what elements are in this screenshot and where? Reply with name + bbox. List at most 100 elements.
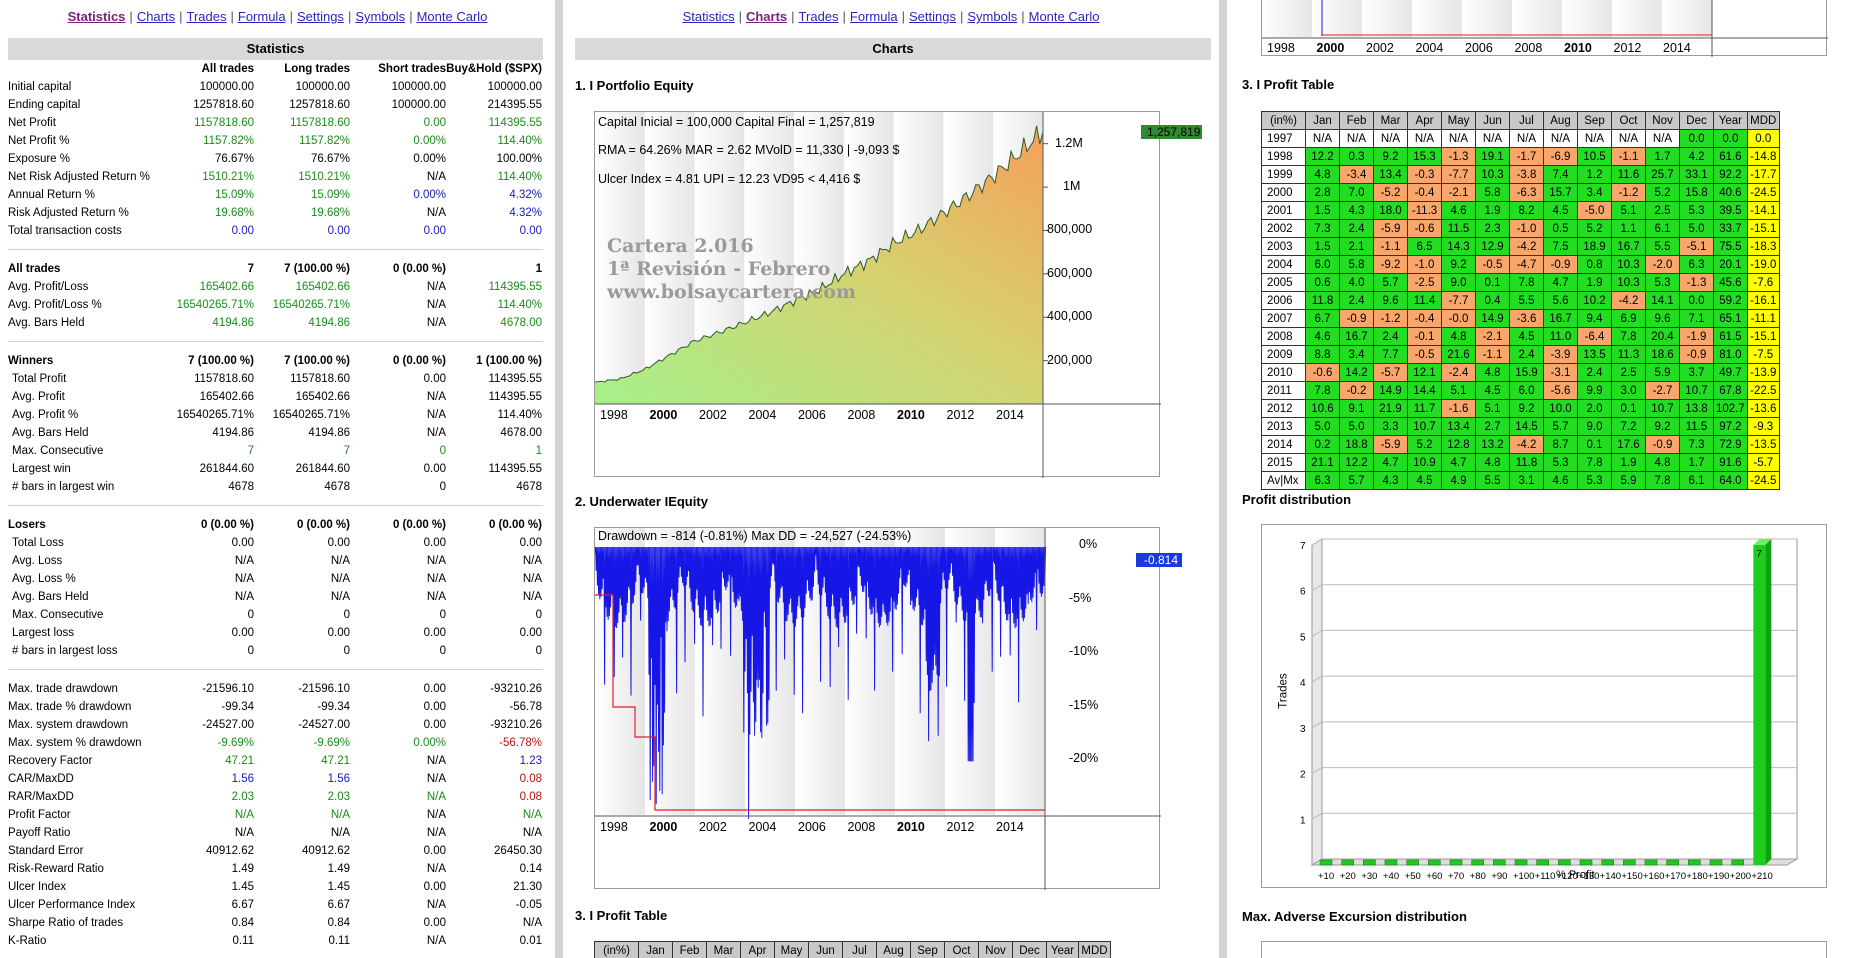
stats-row: Avg. Profit % 16540265.71% 16540265.71% N/A… — [8, 406, 543, 424]
profit-table-cell: -0.9 — [1339, 309, 1374, 328]
profit-table-row: 2000 2.8 7.0 -5.2 -0.4 -2.1 5.8 -6.3 15.7 3.4 -1.2… — [1261, 183, 1780, 202]
stats-row: Risk Adjusted Return % 19.68% 19.68% N/A 4.3… — [8, 204, 543, 222]
profit-table-cell: N/A — [1305, 129, 1340, 148]
x-tick-label: 2012 — [946, 408, 975, 422]
distribution-bar — [1363, 859, 1376, 866]
nav-link-charts[interactable]: Charts — [137, 9, 175, 24]
stats-row: Avg. Profit/Loss 165402.66 165402.66 N/A 114… — [8, 278, 543, 296]
profit-table-cell: 11.5 — [1679, 417, 1714, 436]
profit-table-cell: 3.3 — [1373, 417, 1408, 436]
nav-link-formula[interactable]: Formula — [238, 9, 286, 24]
stats-row: Avg. Loss N/A N/A N/A N/A — [8, 552, 543, 570]
y-tick-label: 1M — [1063, 179, 1081, 194]
profit-table-cell: 9.1 — [1339, 399, 1374, 418]
stats-label: Ulcer Performance Index — [8, 899, 136, 911]
equity-info-line-3: Ulcer Index = 4.81 UPI = 12.23 VD95 < 4,… — [598, 172, 861, 186]
stats-label: Avg. Loss — [12, 555, 63, 567]
stats-value: 0 — [439, 481, 446, 493]
profit-table-cell: 14.3 — [1441, 237, 1476, 256]
panel-divider[interactable] — [555, 0, 563, 958]
stats-label: CAR/MaxDD — [8, 773, 74, 785]
background-band — [1662, 0, 1712, 37]
stats-row: Standard Error 40912.62 40912.62 0.00 26450.… — [8, 842, 543, 860]
nav-link-formula[interactable]: Formula — [850, 9, 898, 24]
nav-link-statistics[interactable]: Statistics — [68, 9, 126, 24]
x-tick-label: 2006 — [798, 820, 826, 834]
watermark-line-2: 1ª Revisión - Febrero — [607, 258, 831, 280]
profit-table-cell: 14.1 — [1645, 291, 1680, 310]
stats-value: 1.56 — [231, 773, 254, 785]
profit-table-cell: 5.7 — [1373, 273, 1408, 292]
stats-row: Total transaction costs 0.00 0.00 0.00 0.00 — [8, 222, 543, 240]
y-tick-label: 2 — [1300, 770, 1306, 781]
profit-table-cell: -1.0 — [1509, 219, 1544, 238]
distribution-bar — [1536, 859, 1549, 866]
profit-table-cell: -11.3 — [1407, 201, 1442, 220]
stats-value: N/A — [426, 573, 446, 585]
profit-table-row: Av|Mx 6.3 5.7 4.3 4.5 4.9 5.5 3.1 4.6 5.3 5.9 7.8 6.… — [1261, 471, 1780, 490]
stats-value: 0 — [439, 445, 446, 457]
profit-table-cell: 2.4 — [1509, 345, 1544, 364]
stats-value: 16540265.71% — [176, 409, 254, 421]
stats-label: Risk Adjusted Return % — [8, 207, 129, 219]
equity-info-line-1: Capital Inicial = 100,000 Capital Final … — [598, 115, 875, 129]
stats-header-cell: Buy&Hold ($SPX) — [446, 63, 542, 75]
profit-table-cell: 10.6 — [1305, 399, 1340, 418]
nav-link-settings[interactable]: Settings — [909, 9, 956, 24]
profit-table-cell: 5.3 — [1577, 471, 1612, 490]
profit-table-cell: 72.9 — [1713, 435, 1748, 454]
profit-table-cell: 75.5 — [1713, 237, 1748, 256]
y-tick-label: -15% — [1069, 697, 1099, 712]
mae-chart[interactable] — [1261, 941, 1827, 958]
equity-chart[interactable]: Capital Inicial = 100,000 Capital Final … — [594, 111, 1203, 478]
nav-link-monte-carlo[interactable]: Monte Carlo — [417, 9, 488, 24]
distribution-bar — [1579, 859, 1593, 866]
top-chart-svg — [1262, 0, 1828, 57]
profit-table-cell: -13.9 — [1746, 363, 1780, 382]
profit-table-cell: -13.5 — [1746, 435, 1780, 454]
profit-table-cell: 9.2 — [1441, 255, 1476, 274]
profit-table-header-cell: (in%) — [1261, 111, 1306, 130]
nav-link-symbols[interactable]: Symbols — [967, 9, 1017, 24]
underwater-chart[interactable]: Drawdown = -814 (-0.81%) Max DD = -24,52… — [594, 527, 1183, 890]
distribution-bar — [1428, 859, 1441, 866]
profit-table-header-cell: Feb — [672, 941, 707, 958]
nav-link-trades[interactable]: Trades — [187, 9, 227, 24]
profit-table-header-cell: Jul — [1509, 111, 1544, 130]
stats-value: 4678 — [516, 481, 542, 493]
profit-table-cell: 18.6 — [1645, 345, 1680, 364]
profit-table-row: 2014 0.2 18.8 -5.9 5.2 12.8 13.2 -4.2 8.7 0.1 17.6… — [1261, 435, 1780, 454]
nav-link-statistics[interactable]: Statistics — [683, 9, 735, 24]
profit-table-cell: -24.5 — [1746, 471, 1780, 490]
profit-table-cell: -0.6 — [1407, 219, 1442, 238]
nav-link-symbols[interactable]: Symbols — [355, 9, 405, 24]
equity-info-line-2: RMA = 64.26% MAR = 2.62 MVolD = 11,330 |… — [598, 143, 900, 157]
profit-distribution-chart[interactable]: 1 2 3 4 5 6 7 +10 +20 +30 +40 +50 +60 +70 +80 +90 +100 +1… — [1261, 524, 1827, 888]
background-band — [1562, 0, 1612, 37]
panel-divider[interactable] — [1219, 0, 1227, 958]
nav-link-settings[interactable]: Settings — [297, 9, 344, 24]
stats-row: Ulcer Index 1.45 1.45 0.00 21.30 — [8, 878, 543, 896]
x-tick-label: 2006 — [1465, 41, 1493, 55]
stats-value: 0.00 — [423, 683, 446, 695]
profit-table-cell: 7.7 — [1373, 345, 1408, 364]
underwater-last-value-label: -0.814 — [1136, 553, 1183, 567]
bar-side — [1765, 539, 1772, 865]
profit-table-header-cell: Sep — [910, 941, 945, 958]
stats-value: N/A — [522, 809, 542, 821]
profit-table-cell: 9.4 — [1577, 309, 1612, 328]
profit-table-cell: -0.4 — [1407, 309, 1442, 328]
stats-value: N/A — [330, 809, 350, 821]
nav-link-trades[interactable]: Trades — [799, 9, 839, 24]
profit-table-cell: 14.2 — [1339, 363, 1374, 382]
stats-value: N/A — [426, 299, 446, 311]
profit-table-cell: 5.1 — [1475, 399, 1510, 418]
stats-row: Max. trade % drawdown -99.34 -99.34 0.00 -56… — [8, 698, 543, 716]
profit-table-cell: 13.2 — [1475, 435, 1510, 454]
profit-table-header-cell: Apr — [740, 941, 775, 958]
nav-link-monte-carlo[interactable]: Monte Carlo — [1029, 9, 1100, 24]
nav-link-charts[interactable]: Charts — [746, 9, 787, 24]
stats-label: # bars in largest loss — [12, 645, 118, 657]
profit-table-cell: 81.0 — [1713, 345, 1748, 364]
profit-table-cell: 45.6 — [1713, 273, 1748, 292]
